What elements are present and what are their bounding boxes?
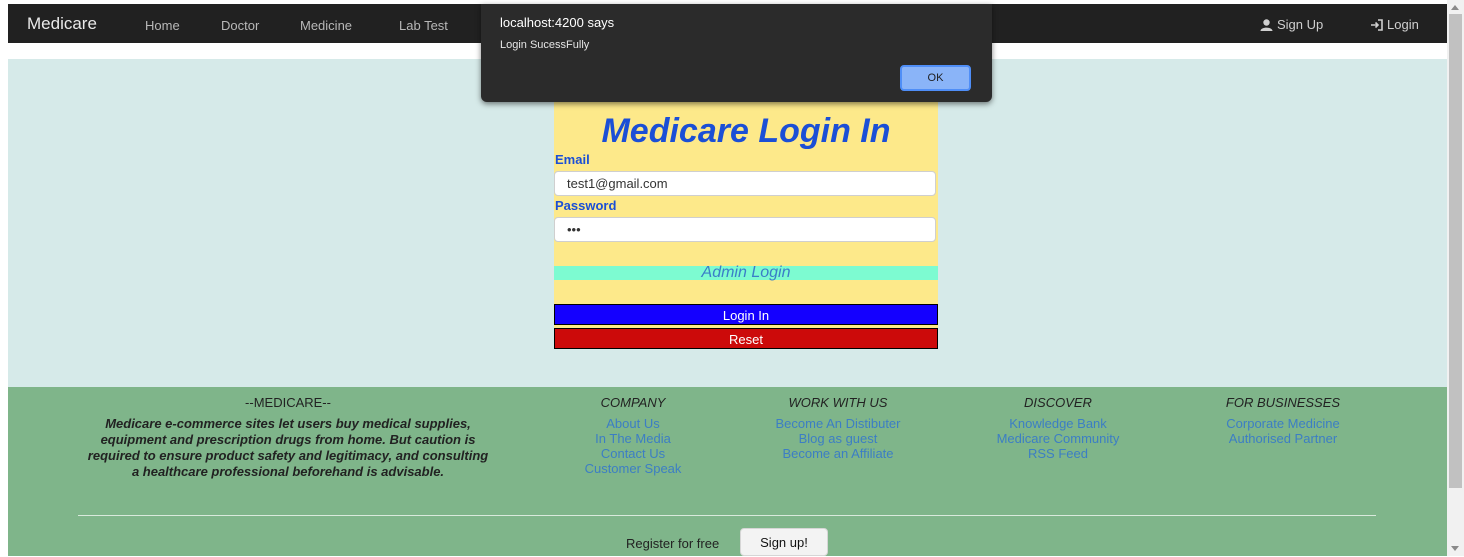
footer-link-in-the-media[interactable]: In The Media (548, 431, 718, 446)
login-form: Medicare Login In Email Password Admin L… (554, 100, 938, 349)
footer-link-contact-us[interactable]: Contact Us (548, 446, 718, 461)
footer-work-links: Become An Distibuter Blog as guest Becom… (743, 416, 933, 461)
footer-about-heading: --MEDICARE-- (245, 395, 331, 410)
login-button[interactable]: Login In (554, 304, 938, 325)
password-label: Password (555, 198, 617, 213)
footer-link-about-us[interactable]: About Us (548, 416, 718, 431)
nav-login[interactable]: Login (1370, 17, 1419, 32)
footer-link-affiliate[interactable]: Become an Affiliate (743, 446, 933, 461)
footer-business-links: Corporate Medicine Authorised Partner (1198, 416, 1368, 446)
footer-link-rss-feed[interactable]: RSS Feed (968, 446, 1148, 461)
footer-link-customer-speak[interactable]: Customer Speak (548, 461, 718, 476)
user-icon (1260, 18, 1273, 31)
nav-doctor[interactable]: Doctor (221, 18, 259, 33)
footer-discover-links: Knowledge Bank Medicare Community RSS Fe… (968, 416, 1148, 461)
scroll-thumb[interactable] (1449, 14, 1462, 488)
email-label: Email (555, 152, 590, 167)
footer-link-distributor[interactable]: Become An Distibuter (743, 416, 933, 431)
footer-about-text: Medicare e-commerce sites let users buy … (87, 416, 489, 479)
footer-link-community[interactable]: Medicare Community (968, 431, 1148, 446)
scroll-up-arrow-icon[interactable] (1451, 5, 1459, 10)
email-field[interactable] (554, 171, 936, 196)
footer-discover-heading: DISCOVER (1024, 395, 1092, 410)
brand-link[interactable]: Medicare (27, 14, 97, 34)
nav-login-label: Login (1387, 17, 1419, 32)
footer-work-heading: WORK WITH US (788, 395, 888, 410)
nav-signup[interactable]: Sign Up (1260, 17, 1323, 32)
scroll-down-arrow-icon[interactable] (1451, 546, 1459, 551)
browser-viewport: Medicare Home Doctor Medicine Lab Test S… (0, 0, 1447, 556)
footer-link-blog-guest[interactable]: Blog as guest (743, 431, 933, 446)
dialog-ok-button[interactable]: OK (900, 65, 971, 91)
dialog-message: Login SucessFully (500, 39, 590, 51)
footer-divider (78, 515, 1376, 516)
login-icon (1371, 18, 1383, 31)
register-text: Register for free (626, 536, 720, 551)
alert-dialog: localhost:4200 says Login SucessFully OK (481, 4, 992, 102)
nav-lab-test[interactable]: Lab Test (399, 18, 448, 33)
footer-link-corporate-medicine[interactable]: Corporate Medicine (1198, 416, 1368, 431)
nav-home[interactable]: Home (145, 18, 180, 33)
nav-signup-label: Sign Up (1277, 17, 1324, 32)
admin-login-link[interactable]: Admin Login (554, 265, 938, 281)
footer: --MEDICARE-- Medicare e-commerce sites l… (8, 387, 1447, 556)
reset-button[interactable]: Reset (554, 328, 938, 349)
footer-company-heading: COMPANY (600, 395, 666, 410)
footer-company-links: About Us In The Media Contact Us Custome… (548, 416, 718, 476)
footer-signup-button[interactable]: Sign up! (740, 528, 828, 556)
password-field[interactable] (554, 217, 936, 242)
footer-link-authorised-partner[interactable]: Authorised Partner (1198, 431, 1368, 446)
footer-business-heading: FOR BUSINESSES (1225, 395, 1341, 410)
vertical-scrollbar[interactable] (1447, 0, 1464, 556)
dialog-title: localhost:4200 says (500, 15, 615, 30)
nav-medicine[interactable]: Medicine (300, 18, 352, 33)
login-title: Medicare Login In (601, 112, 891, 150)
footer-link-knowledge-bank[interactable]: Knowledge Bank (968, 416, 1148, 431)
